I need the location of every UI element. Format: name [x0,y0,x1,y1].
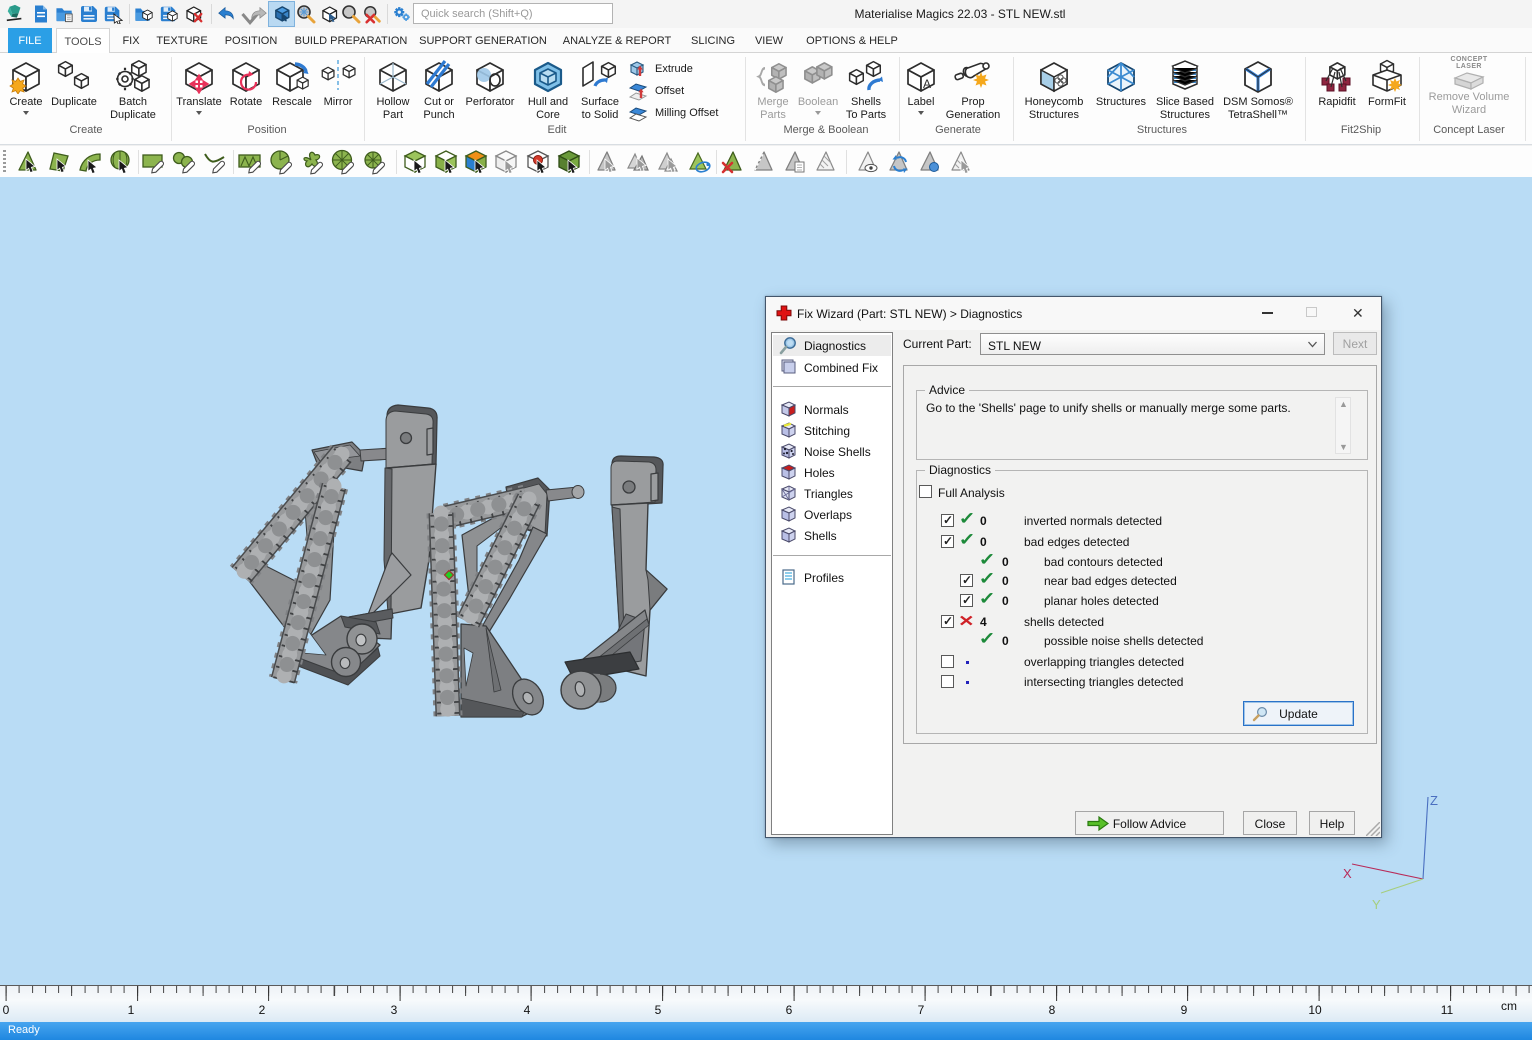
svg-text:Y: Y [1372,897,1381,912]
svg-text:Z: Z [1430,793,1438,808]
svg-text:X: X [1343,866,1352,881]
